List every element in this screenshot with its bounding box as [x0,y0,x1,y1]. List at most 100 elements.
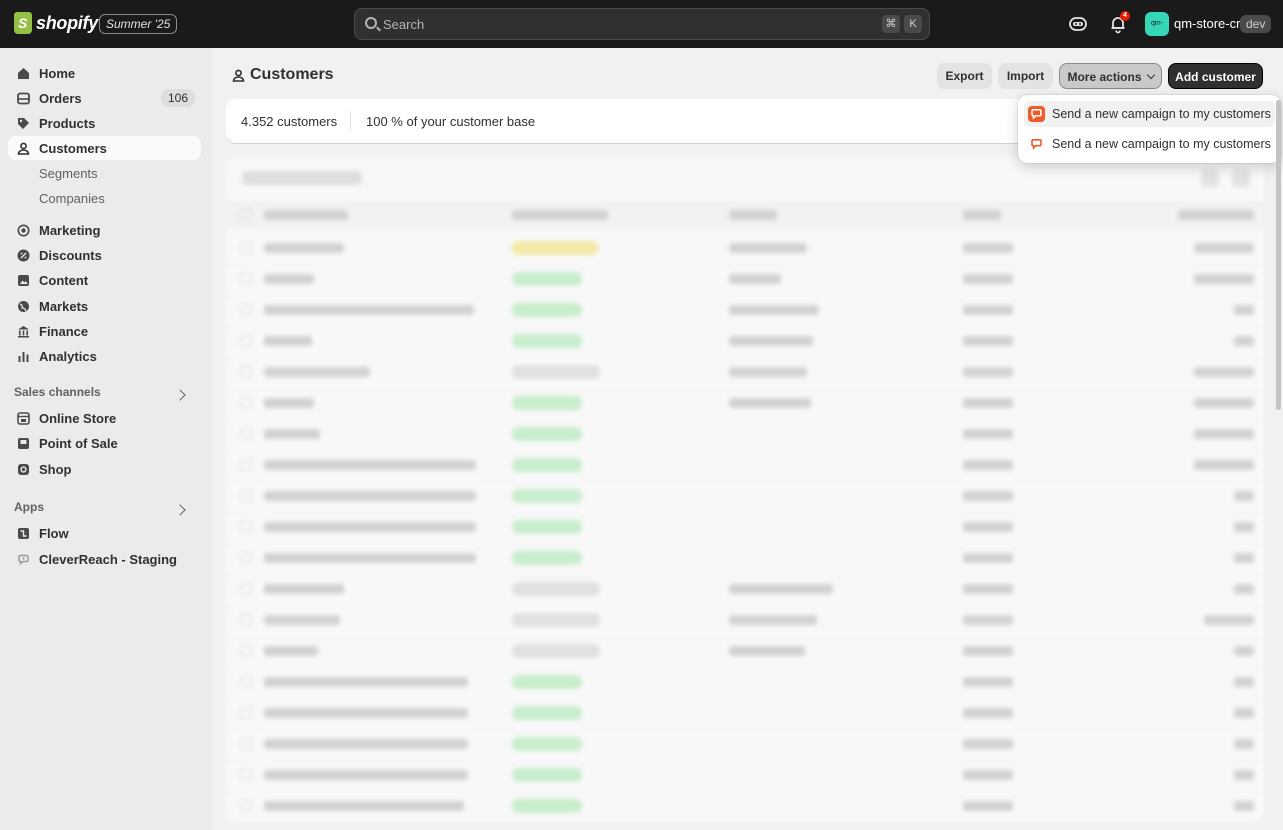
notifications-bell-icon[interactable]: 4 [1108,11,1130,34]
page-title: Customers [250,66,334,83]
row-checkbox [240,490,252,502]
orders-cell [963,677,1013,687]
menu-item-send-campaign[interactable]: Send a new campaign to my customers [1024,101,1275,127]
sidebar-item-online-store[interactable]: Online Store [8,406,201,430]
filter-button [1201,169,1219,187]
orders-cell [963,367,1013,377]
subscription-status-pill [512,241,598,255]
page-scrollbar[interactable] [1276,100,1281,410]
orders-cell [963,584,1013,594]
location-cell [729,305,819,315]
logo-text: shopify [36,12,98,33]
amount-spent-cell [1234,770,1254,780]
subscription-status-pill [512,768,582,782]
sidebar-item-shop[interactable]: Shop [8,457,201,481]
cleverreach-icon [1028,106,1045,122]
subscription-status-pill [512,613,600,627]
customer-name-cell [264,522,476,532]
sidebar-item-customers[interactable]: Customers [8,136,201,160]
location-cell [729,367,807,377]
sidebar-item-segments[interactable]: Segments [8,161,201,185]
row-checkbox [240,707,252,719]
row-divider [226,265,1264,266]
store-avatar[interactable]: qm- [1145,12,1169,36]
more-actions-button[interactable]: More actions [1059,63,1162,89]
row-divider [226,358,1264,359]
table-search-placeholder [242,171,362,185]
chevron-right-icon[interactable] [174,504,186,516]
menu-item-send-campaign[interactable]: Send a new campaign to my customers [1024,131,1275,157]
orders-cell [963,708,1013,718]
subscription-status-pill [512,303,582,317]
menu-item-label: Send a new campaign to my customers [1052,107,1271,121]
store-name[interactable]: qm-store-cr [1174,16,1240,31]
subscription-status-pill [512,551,582,565]
customer-base-share: 100 % of your customer base [366,114,535,129]
customer-name-cell [264,336,312,346]
subscription-status-pill [512,737,582,751]
export-button[interactable]: Export [937,63,992,89]
row-divider [226,606,1264,607]
customer-name-cell [264,677,468,687]
pos-icon [17,437,30,450]
more-actions-menu: Send a new campaign to my customers Send… [1018,95,1281,163]
location-cell [729,274,781,284]
sidebar-item-products[interactable]: Products [8,111,201,135]
shopify-logo[interactable]: shopify [14,12,98,34]
row-divider [226,327,1264,328]
target-icon [17,224,30,237]
row-checkbox [240,676,252,688]
row-checkbox [240,583,252,595]
edition-badge[interactable]: Summer '25 [99,14,178,34]
orders-cell [963,646,1013,656]
sidebar-item-discounts[interactable]: Discounts [8,243,201,267]
bank-icon [17,325,30,338]
search-input[interactable]: Search ⌘ K [354,8,930,40]
share-suffix: of your customer base [406,114,536,129]
sidebar-item-content[interactable]: Content [8,268,201,292]
sidebar-item-analytics[interactable]: Analytics [8,344,201,368]
subscription-status-pill [512,644,600,658]
customer-count: 4.352 customers [241,114,337,129]
row-divider [226,451,1264,452]
assistant-icon[interactable] [1068,14,1088,34]
customer-name-cell [264,367,370,377]
page-header: Customers [232,66,334,84]
customer-name-cell [264,584,344,594]
amount-spent-cell [1234,491,1254,501]
sidebar-item-cleverreach[interactable]: CleverReach - Staging [8,547,201,571]
import-button[interactable]: Import [998,63,1053,89]
sidebar-item-companies[interactable]: Companies [8,186,201,210]
customer-name-cell [264,491,476,501]
location-cell [729,398,811,408]
sidebar-item-label: Content [39,273,89,288]
sidebar-item-label: Analytics [39,349,97,364]
summary-divider [350,111,351,131]
row-checkbox [240,335,252,347]
chevron-right-icon[interactable] [174,389,186,401]
header-cell [512,210,608,220]
sidebar-item-home[interactable]: Home [8,61,201,85]
sidebar-item-label: Segments [39,166,98,181]
customer-name-cell [264,801,464,811]
amount-spent-cell [1204,615,1254,625]
orders-cell [963,398,1013,408]
customer-name-cell [264,460,476,470]
orders-cell [963,491,1013,501]
sidebar-item-marketing[interactable]: Marketing [8,218,201,242]
row-checkbox [240,738,252,750]
share-value: 100 % [366,114,403,129]
sidebar-item-markets[interactable]: Markets [8,294,201,318]
sidebar-item-flow[interactable]: Flow [8,521,201,545]
add-customer-button[interactable]: Add customer [1168,63,1263,89]
amount-spent-cell [1194,274,1254,284]
header-cell [1178,210,1254,220]
location-cell [729,336,813,346]
sidebar-item-label: Products [39,116,96,131]
subscription-status-pill [512,334,582,348]
sidebar-item-orders[interactable]: Orders 106 [8,86,201,110]
sidebar-item-point-of-sale[interactable]: Point of Sale [8,431,201,455]
customer-name-cell [264,646,318,656]
sidebar-item-finance[interactable]: Finance [8,319,201,343]
flow-icon [17,527,30,540]
